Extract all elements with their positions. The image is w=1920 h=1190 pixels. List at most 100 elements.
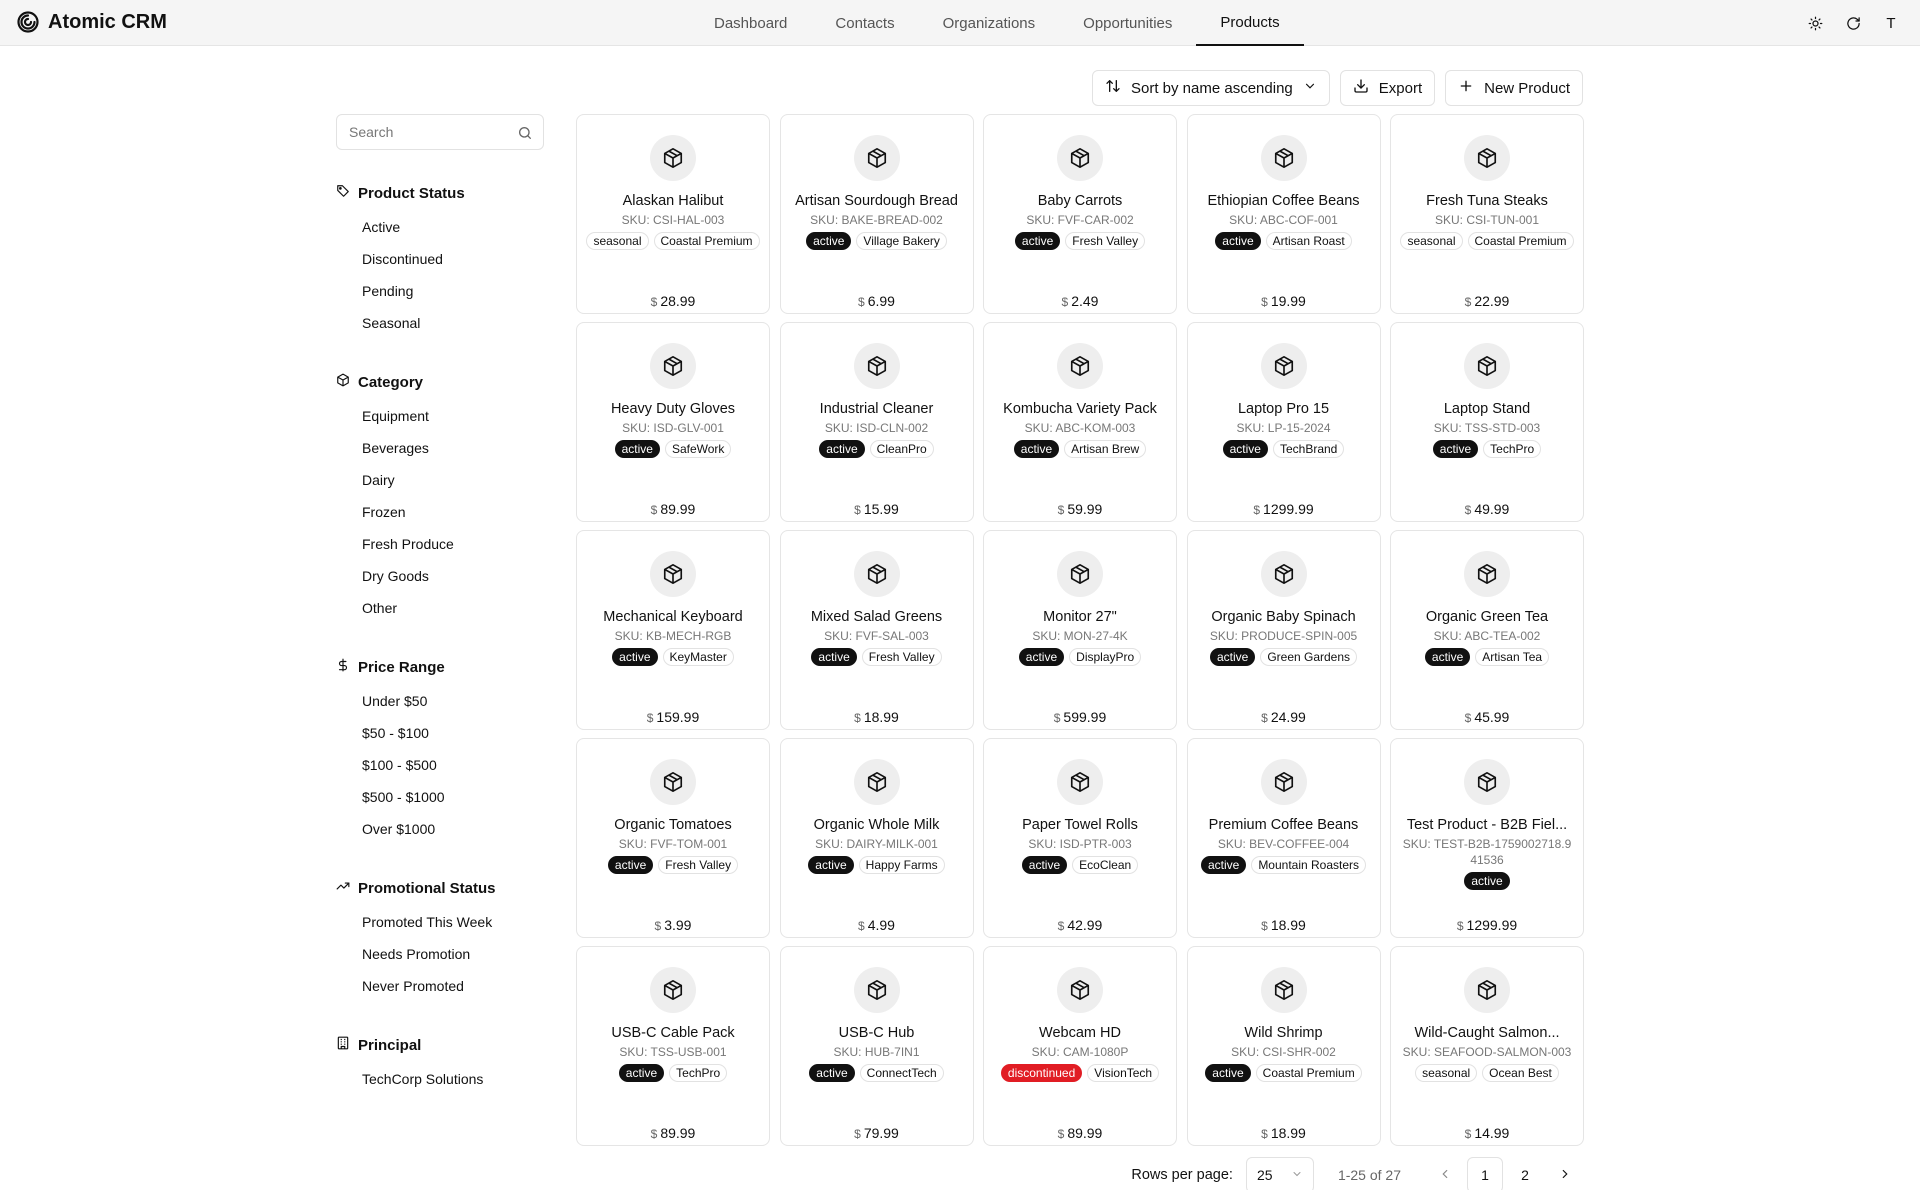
filter-option[interactable]: Dairy	[336, 464, 544, 496]
nav-tab-dashboard[interactable]: Dashboard	[690, 0, 811, 46]
product-card[interactable]: Alaskan Halibut SKU: CSI-HAL-003 seasonal C…	[576, 114, 770, 314]
price-value: 89.99	[660, 501, 696, 517]
product-card[interactable]: Webcam HD SKU: CAM-1080P discontinued Visio…	[983, 946, 1177, 1146]
filter-option[interactable]: Needs Promotion	[336, 938, 544, 970]
filter-option[interactable]: $50 - $100	[336, 717, 544, 749]
new-product-button[interactable]: New Product	[1445, 70, 1583, 106]
product-name: Test Product - B2B Fiel...	[1406, 817, 1568, 833]
rows-per-page-select[interactable]: 25	[1245, 1157, 1314, 1190]
filter-option[interactable]: Equipment	[336, 400, 544, 432]
filter-option[interactable]: Other	[336, 592, 544, 624]
filter-title: Promotional Status	[336, 878, 544, 898]
product-price: $49.99	[1391, 501, 1583, 517]
product-card[interactable]: Artisan Sourdough Bread SKU: BAKE-BREAD-0…	[779, 114, 974, 314]
export-button[interactable]: Export	[1339, 70, 1436, 106]
nav-tab-products[interactable]: Products	[1196, 0, 1304, 46]
product-card[interactable]: Fresh Tuna Steaks SKU: CSI-TUN-001 seasona…	[1390, 114, 1584, 314]
filter-list: Equipment Beverages Dairy Frozen Fresh Produ…	[336, 400, 544, 624]
filter-option[interactable]: Seasonal	[336, 307, 544, 339]
product-badges: active Happy Farms	[790, 856, 964, 874]
product-card[interactable]: USB-C Hub SKU: HUB-7IN1 active ConnectTech $…	[779, 946, 974, 1146]
page-button[interactable]: 2	[1507, 1157, 1543, 1190]
product-card[interactable]: Baby Carrots SKU: FVF-CAR-002 active Fresh …	[983, 114, 1177, 314]
product-card[interactable]: Organic Whole Milk SKU: DAIRY-MILK-001 act…	[779, 738, 974, 938]
brand[interactable]: Atomic CRM	[16, 10, 167, 34]
package-icon	[853, 135, 900, 181]
product-card[interactable]: Kombucha Variety Pack SKU: ABC-KOM-003 act…	[983, 322, 1177, 522]
previous-page-button[interactable]	[1427, 1157, 1463, 1190]
filter-option[interactable]: Beverages	[336, 432, 544, 464]
product-card[interactable]: Test Product - B2B Fiel... SKU: TEST-B2B-…	[1390, 738, 1584, 938]
search-input[interactable]	[337, 115, 543, 149]
status-badge: active	[808, 856, 854, 874]
filter-option[interactable]: Pending	[336, 275, 544, 307]
package-icon	[853, 759, 900, 805]
product-card[interactable]: Monitor 27" SKU: MON-27-4K active DisplayPr…	[983, 530, 1177, 730]
nav-tab-organizations[interactable]: Organizations	[919, 0, 1060, 46]
principal-badge: Fresh Valley	[658, 856, 739, 874]
product-price: $159.99	[577, 709, 769, 725]
sort-button[interactable]: Sort by name ascending	[1092, 70, 1330, 106]
product-sku: SKU: FVF-TOM-001	[618, 837, 728, 851]
status-badge: seasonal	[1400, 232, 1463, 250]
filter-option[interactable]: Promoted This Week	[336, 906, 544, 938]
product-sku: SKU: TSS-USB-001	[619, 1045, 727, 1059]
filter-option[interactable]: Over $1000	[336, 813, 544, 845]
filter-title: Price Range	[336, 657, 544, 677]
next-page-button[interactable]	[1547, 1157, 1583, 1190]
filter-sidebar: Product Status ActiveDiscontinuedPendingS…	[336, 114, 544, 1095]
product-sku: SKU: BEV-COFFEE-004	[1217, 837, 1350, 851]
filter-option[interactable]: TechCorp Solutions	[336, 1063, 544, 1095]
product-card[interactable]: Laptop Pro 15 SKU: LP-15-2024 active TechBr…	[1186, 322, 1381, 522]
search-icon[interactable]	[517, 125, 533, 144]
principal-badge: TechPro	[669, 1064, 728, 1082]
product-card[interactable]: Organic Tomatoes SKU: FVF-TOM-001 active Fr…	[576, 738, 770, 938]
product-card[interactable]: Premium Coffee Beans SKU: BEV-COFFEE-004 a…	[1186, 738, 1381, 938]
product-card[interactable]: Organic Baby Spinach SKU: PRODUCE-SPIN-00…	[1186, 530, 1381, 730]
status-badge: active	[819, 440, 865, 458]
filter-option[interactable]: Discontinued	[336, 243, 544, 275]
page-button[interactable]: 1	[1467, 1157, 1503, 1190]
page-nav: 12	[1427, 1157, 1583, 1190]
nav-tab-opportunities[interactable]: Opportunities	[1059, 0, 1196, 46]
filter-option[interactable]: $500 - $1000	[336, 781, 544, 813]
product-card[interactable]: Wild Shrimp SKU: CSI-SHR-002 active Coastal…	[1186, 946, 1381, 1146]
product-price: $45.99	[1391, 709, 1583, 725]
refresh-icon[interactable]	[1844, 14, 1862, 32]
user-avatar[interactable]: T	[1882, 14, 1900, 32]
price-value: 18.99	[1270, 1125, 1306, 1141]
filter-option[interactable]: Under $50	[336, 685, 544, 717]
principal-badge: CleanPro	[869, 440, 934, 458]
product-card[interactable]: Mixed Salad Greens SKU: FVF-SAL-003 active…	[779, 530, 974, 730]
product-sku: SKU: ABC-TEA-002	[1433, 629, 1541, 643]
price-value: 49.99	[1474, 501, 1510, 517]
product-sku: SKU: FVF-SAL-003	[824, 629, 929, 643]
filter-option[interactable]: Never Promoted	[336, 970, 544, 1002]
product-name: Paper Towel Rolls	[1022, 817, 1138, 833]
product-badges: active EcoClean	[993, 856, 1167, 874]
product-card[interactable]: Mechanical Keyboard SKU: KB-MECH-RGB activ…	[576, 530, 770, 730]
filter-option[interactable]: Dry Goods	[336, 560, 544, 592]
currency-symbol: $	[858, 919, 865, 933]
chevron-left-icon	[1438, 1167, 1452, 1184]
product-card[interactable]: Wild-Caught Salmon... SKU: SEAFOOD-SALMON…	[1390, 946, 1584, 1146]
filter-option[interactable]: Fresh Produce	[336, 528, 544, 560]
nav-tab-contacts[interactable]: Contacts	[811, 0, 918, 46]
filter-option[interactable]: Active	[336, 211, 544, 243]
building-icon	[336, 1036, 350, 1054]
product-card[interactable]: Ethiopian Coffee Beans SKU: ABC-COF-001 ac…	[1186, 114, 1381, 314]
filter-option[interactable]: Frozen	[336, 496, 544, 528]
product-card[interactable]: Heavy Duty Gloves SKU: ISD-GLV-001 active S…	[576, 322, 770, 522]
product-card[interactable]: Laptop Stand SKU: TSS-STD-003 active TechPr…	[1390, 322, 1584, 522]
product-card[interactable]: Organic Green Tea SKU: ABC-TEA-002 active A…	[1390, 530, 1584, 730]
product-card[interactable]: Paper Towel Rolls SKU: ISD-PTR-003 active E…	[983, 738, 1177, 938]
sun-icon[interactable]	[1806, 14, 1824, 32]
package-icon	[853, 343, 900, 389]
app-title: Atomic CRM	[48, 10, 167, 33]
product-card[interactable]: USB-C Cable Pack SKU: TSS-USB-001 active Te…	[576, 946, 770, 1146]
product-sku: SKU: BAKE-BREAD-002	[810, 213, 943, 227]
filter-option[interactable]: $100 - $500	[336, 749, 544, 781]
currency-symbol: $	[1057, 919, 1065, 933]
currency-symbol: $	[1061, 295, 1069, 309]
product-card[interactable]: Industrial Cleaner SKU: ISD-CLN-002 active…	[779, 322, 974, 522]
